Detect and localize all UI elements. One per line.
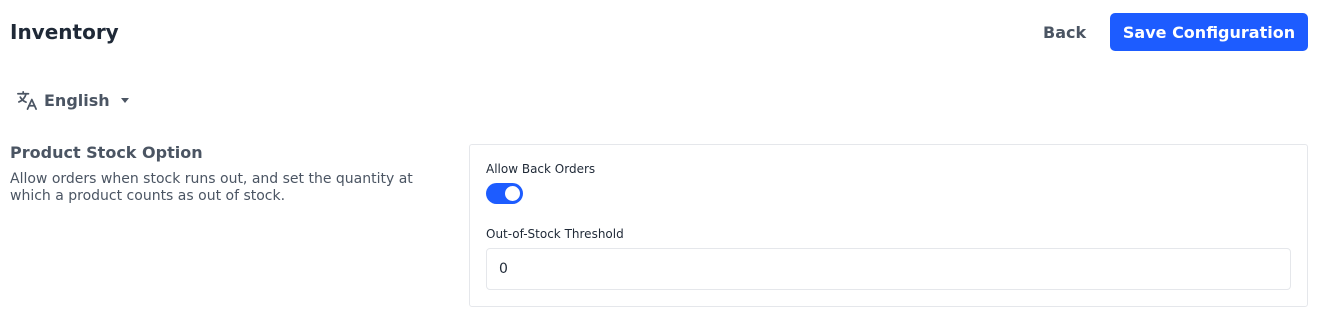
- out-of-stock-threshold-input[interactable]: [486, 248, 1291, 290]
- stock-options-card: Allow Back Orders Out-of-Stock Threshold: [469, 144, 1308, 307]
- translate-icon: [16, 89, 39, 112]
- save-configuration-button[interactable]: Save Configuration: [1110, 13, 1308, 51]
- allow-back-orders-toggle[interactable]: [486, 183, 523, 204]
- allow-back-orders-label: Allow Back Orders: [486, 162, 596, 176]
- caret-down-icon: [120, 97, 130, 104]
- language-label: English: [44, 90, 110, 110]
- inventory-config-page: Inventory Back Save Configuration Englis…: [0, 0, 1324, 323]
- toggle-knob: [505, 186, 520, 201]
- section-description: Allow orders when stock runs out, and se…: [10, 171, 413, 204]
- out-of-stock-threshold-label: Out-of-Stock Threshold: [486, 227, 624, 241]
- language-selector[interactable]: English: [16, 86, 130, 114]
- section-title: Product Stock Option: [10, 143, 203, 162]
- page-title: Inventory: [10, 20, 119, 44]
- back-button[interactable]: Back: [1030, 14, 1099, 50]
